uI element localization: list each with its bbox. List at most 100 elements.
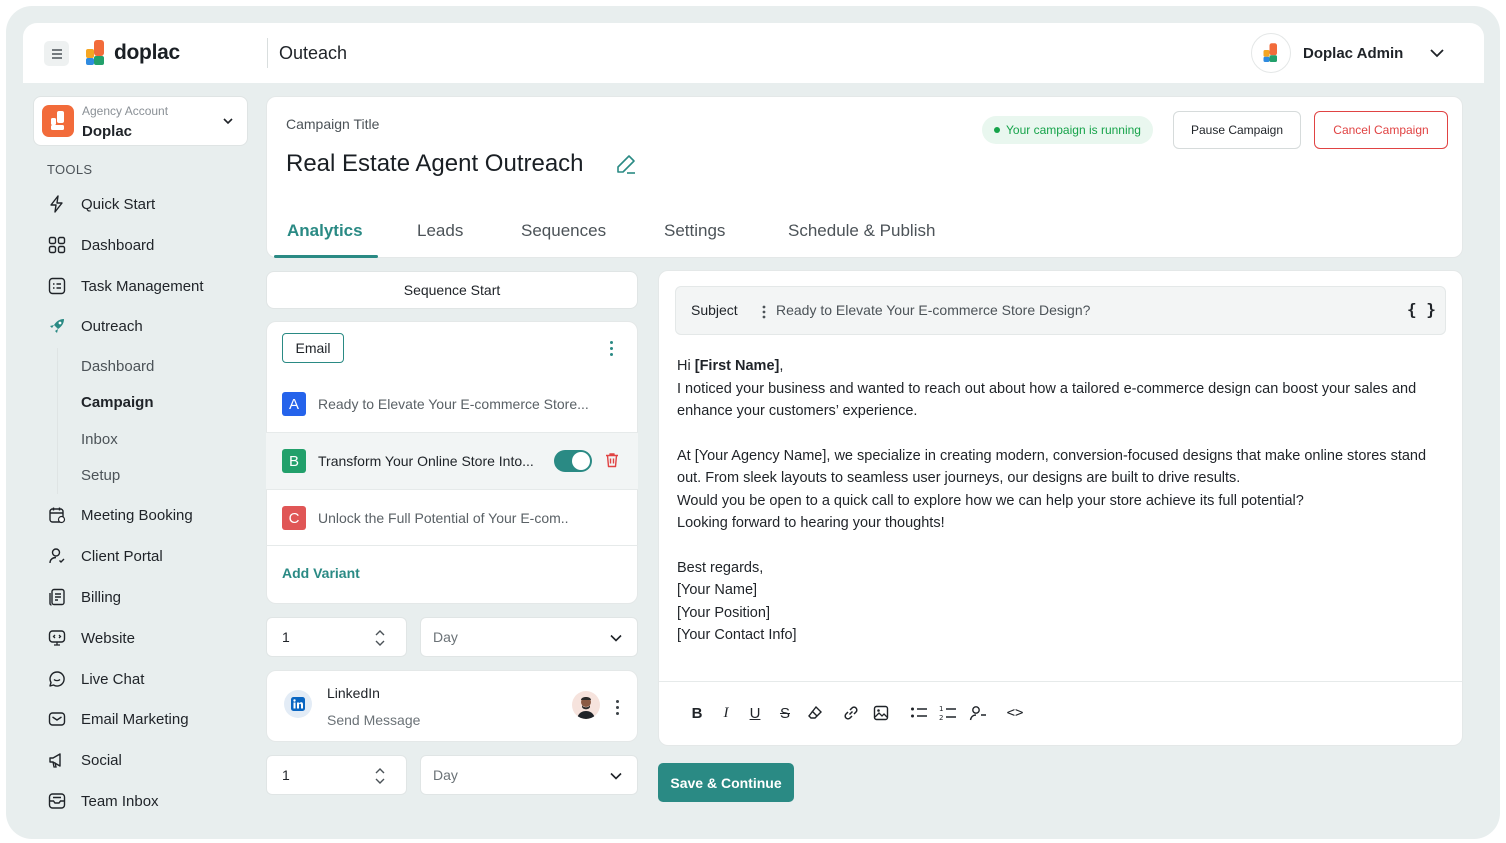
email-step-chip[interactable]: Email [282, 333, 344, 363]
sidebar-item-label: Billing [81, 588, 122, 606]
tab-leads[interactable]: Leads [417, 221, 463, 241]
tab-settings[interactable]: Settings [664, 221, 725, 241]
italic-button[interactable]: I [716, 703, 736, 723]
tab-schedule-publish[interactable]: Schedule & Publish [788, 221, 935, 241]
signature-line: [Your Contact Info] [677, 627, 797, 643]
add-variant-button[interactable]: Add Variant [282, 565, 360, 581]
submenu-item-setup[interactable]: Setup [81, 467, 120, 484]
sidebar-item-live-chat[interactable]: Live Chat [47, 667, 144, 691]
sequence-start-button[interactable]: Sequence Start [266, 271, 638, 309]
numbered-list-icon[interactable]: 12 [938, 703, 958, 723]
more-options-icon[interactable] [610, 341, 613, 356]
edit-pencil-icon[interactable] [615, 153, 637, 180]
sidebar-item-label: Meeting Booking [81, 506, 193, 524]
sidebar-item-label: Social [81, 751, 122, 769]
more-options-icon [762, 305, 766, 324]
delay-value: 1 [282, 629, 290, 645]
sidebar-item-client-portal[interactable]: Client Portal [47, 544, 163, 568]
signature-line: [Your Name] [677, 582, 758, 598]
sidebar-item-email-marketing[interactable]: Email Marketing [47, 707, 189, 731]
variant-a[interactable]: A Ready to Elevate Your E-commerce Store… [266, 376, 638, 432]
clear-format-icon[interactable] [805, 703, 825, 723]
submenu-item-campaign[interactable]: Campaign [81, 394, 154, 411]
sidebar-item-dashboard[interactable]: Dashboard [47, 233, 154, 257]
doplac-logo-icon [86, 40, 104, 65]
pause-campaign-button[interactable]: Pause Campaign [1173, 111, 1301, 149]
doplac-logo-icon [1263, 43, 1277, 62]
submenu-item-dashboard[interactable]: Dashboard [81, 358, 154, 375]
subject-value[interactable]: Ready to Elevate Your E-commerce Store D… [776, 302, 1090, 318]
trash-icon[interactable] [603, 451, 621, 474]
signature-line: Best regards, [677, 559, 764, 576]
variant-enabled-toggle[interactable] [554, 450, 592, 472]
brand-logo[interactable]: doplac [84, 40, 180, 66]
delay-unit-select[interactable]: Day [420, 755, 638, 795]
avatar [572, 691, 600, 719]
variables-icon[interactable]: { } [1407, 300, 1436, 319]
strikethrough-button[interactable]: S [775, 703, 795, 723]
sidebar-item-outreach[interactable]: Outreach [47, 314, 143, 338]
sidebar-item-label: Dashboard [81, 236, 155, 254]
signature-line: [Your Position] [677, 604, 770, 621]
link-icon[interactable] [841, 703, 861, 723]
chat-icon [47, 669, 67, 689]
rocket-icon [47, 316, 67, 336]
sidebar-item-team-inbox[interactable]: Team Inbox [47, 789, 159, 813]
code-icon[interactable]: <> [1005, 703, 1025, 723]
sidebar-item-label: Email Marketing [81, 710, 189, 728]
status-text: Your campaign is running [1006, 123, 1141, 137]
delay-unit-select[interactable]: Day [420, 617, 638, 657]
bolt-icon [47, 194, 67, 214]
save-continue-button[interactable]: Save & Continue [658, 763, 794, 802]
mention-user-icon[interactable] [968, 703, 988, 723]
account-selector[interactable]: Agency Account Doplac [33, 96, 248, 146]
sidebar-item-quick-start[interactable]: Quick Start [47, 192, 155, 216]
underline-button[interactable]: U [745, 703, 765, 723]
svg-text:1: 1 [939, 705, 943, 713]
sidebar-item-label: Task Management [81, 277, 204, 295]
user-menu-chevron-icon[interactable] [1428, 44, 1446, 67]
variant-badge: B [282, 449, 306, 473]
variant-badge: C [282, 506, 306, 530]
stepper-icon[interactable] [374, 767, 386, 790]
stepper-icon[interactable] [374, 629, 386, 652]
bold-button[interactable]: B [687, 703, 707, 723]
user-avatar[interactable] [1251, 33, 1291, 73]
sidebar-item-label: Team Inbox [81, 792, 159, 810]
more-options-icon[interactable] [616, 700, 619, 715]
active-tab-indicator [274, 255, 378, 258]
sidebar-item-label: Website [81, 629, 135, 647]
sidebar-item-social[interactable]: Social [47, 748, 122, 772]
tools-section-label: TOOLS [47, 162, 93, 177]
cancel-campaign-button[interactable]: Cancel Campaign [1314, 111, 1448, 149]
sidebar-item-label: Live Chat [81, 670, 145, 688]
submenu-item-inbox[interactable]: Inbox [81, 431, 118, 448]
sidebar-item-label: Client Portal [81, 547, 163, 565]
delay-number-input[interactable]: 1 [266, 617, 407, 657]
tab-analytics[interactable]: Analytics [287, 221, 363, 241]
sidebar-item-billing[interactable]: Billing [47, 585, 121, 609]
tab-sequences[interactable]: Sequences [521, 221, 606, 241]
divider [266, 545, 638, 546]
body-paragraph: Would you be open to a quick call to exp… [677, 492, 1304, 509]
account-logo-icon [42, 105, 74, 137]
bullet-list-icon[interactable] [909, 703, 929, 723]
sidebar-item-meeting-booking[interactable]: Meeting Booking [47, 503, 193, 527]
delay-number-input[interactable]: 1 [266, 755, 407, 795]
variant-badge: A [282, 392, 306, 416]
variant-c[interactable]: C Unlock the Full Potential of Your E-co… [266, 490, 638, 546]
megaphone-icon [47, 750, 67, 770]
delay-unit-value: Day [433, 629, 458, 645]
email-body[interactable]: Hi [First Name], I noticed your business… [677, 355, 1437, 647]
sidebar-item-label: Quick Start [81, 195, 156, 213]
website-icon [47, 628, 67, 648]
image-icon[interactable] [871, 703, 891, 723]
linkedin-icon [284, 690, 312, 718]
menu-toggle-button[interactable] [44, 41, 69, 66]
chevron-down-icon [221, 114, 235, 133]
sidebar-item-website[interactable]: Website [47, 626, 135, 650]
hamburger-icon [51, 48, 62, 59]
user-name[interactable]: Doplac Admin [1303, 45, 1403, 62]
sidebar-item-task-management[interactable]: Task Management [47, 274, 204, 298]
chevron-down-icon [609, 769, 623, 788]
